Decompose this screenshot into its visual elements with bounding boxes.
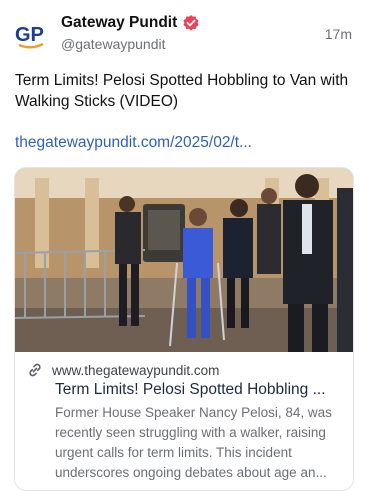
- card-domain: www.thegatewaypundit.com: [52, 362, 220, 378]
- card-title[interactable]: Term Limits! Pelosi Spotted Hobbling ...: [55, 381, 347, 399]
- name-row: Gateway Pundit: [61, 13, 200, 33]
- avatar[interactable]: GP: [13, 17, 49, 53]
- card-domain-row: www.thegatewaypundit.com: [27, 362, 219, 378]
- timestamp[interactable]: 17m: [325, 26, 352, 42]
- logo-text: GP: [15, 24, 44, 46]
- post-link[interactable]: thegatewaypundit.com/2025/02/t...: [15, 133, 355, 153]
- account-name[interactable]: Gateway Pundit: [61, 14, 177, 32]
- post-header: GP Gateway Pundit @gatewaypundit 17m: [0, 0, 367, 62]
- card-image[interactable]: [15, 168, 353, 352]
- card-description: Former House Speaker Nancy Pelosi, 84, w…: [55, 405, 332, 480]
- post-text: Term Limits! Pelosi Spotted Hobbling to …: [15, 72, 349, 110]
- link-preview-card[interactable]: www.thegatewaypundit.com Term Limits! Pe…: [14, 167, 354, 491]
- verified-badge-icon: [183, 15, 199, 31]
- card-body[interactable]: www.thegatewaypundit.com Term Limits! Pe…: [15, 352, 353, 490]
- gateway-pundit-logo: GP: [15, 24, 44, 49]
- link-icon: [29, 363, 41, 377]
- account-handle[interactable]: @gatewaypundit: [61, 36, 166, 52]
